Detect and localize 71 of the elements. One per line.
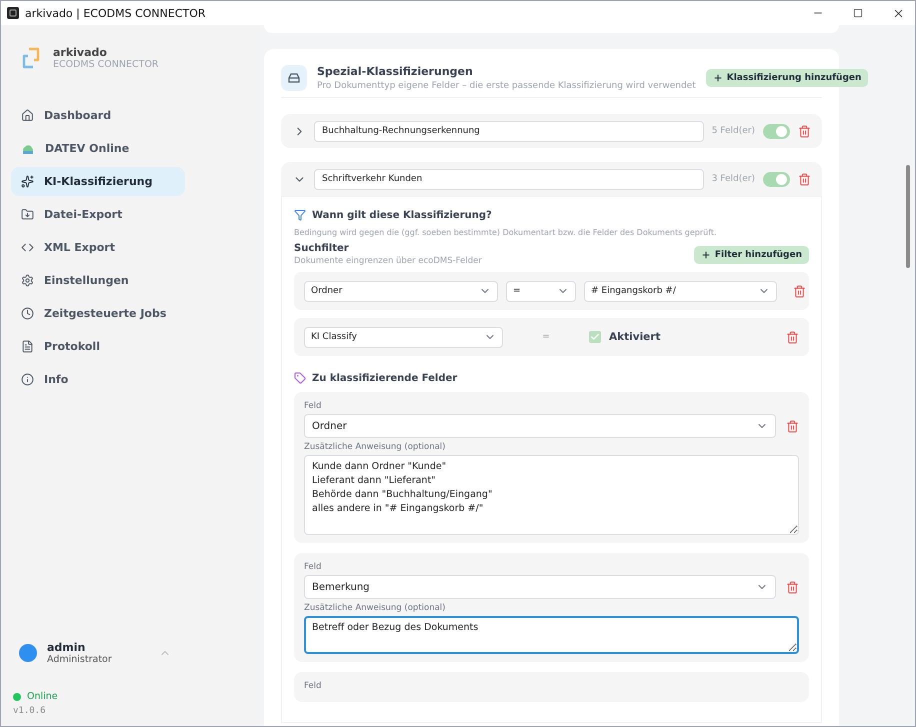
delete-icon[interactable] <box>793 284 806 298</box>
tag-icon <box>294 372 306 384</box>
filter-title: Suchfilter <box>294 243 350 254</box>
clock-icon <box>21 307 34 320</box>
instruction-field[interactable]: Betreff oder Bezug des Dokuments <box>304 616 799 654</box>
logo-icon <box>21 46 41 70</box>
tray-icon <box>288 73 300 83</box>
operator-select[interactable]: = <box>506 280 576 302</box>
avatar <box>19 644 37 662</box>
delete-icon[interactable] <box>798 124 811 138</box>
user-name: admin <box>47 641 86 654</box>
document-icon <box>21 340 34 353</box>
fields-title: Zu klassifizierende Felder <box>312 372 458 384</box>
field-label: Feld <box>304 681 322 691</box>
sparkles-icon <box>21 175 34 188</box>
folder-icon <box>21 208 34 221</box>
instruction-label: Zusätzliche Anweisung (optional) <box>304 603 446 613</box>
home-icon <box>21 109 34 122</box>
name-field[interactable]: Buchhaltung-Rechnungserkennung <box>314 120 704 142</box>
toggle-switch[interactable] <box>763 172 790 186</box>
brand-name: arkivado <box>53 46 108 59</box>
field-label: Feld <box>304 562 322 572</box>
field-select[interactable]: Ordner <box>304 280 498 302</box>
delete-icon[interactable] <box>798 172 811 186</box>
field-count: 5 Feld(er) <box>712 126 755 136</box>
nav-item[interactable]: Zeitgesteuerte Jobs <box>11 299 185 328</box>
nav-item[interactable]: XML Export <box>11 233 185 262</box>
nav-item[interactable]: Einstellungen <box>11 266 185 295</box>
condition-description: Bedingung wird gegen die (ggf. soeben bestimmte) Dokumentart bzw. die Felder des Dokuments geprüft. <box>294 228 718 237</box>
delete-icon[interactable] <box>786 580 799 594</box>
code-icon <box>21 241 34 254</box>
section-title: Spezial-Klassifizierungen <box>317 65 474 78</box>
checkbox[interactable] <box>589 331 601 343</box>
nav-item[interactable]: Info <box>11 365 185 394</box>
add-filter-button[interactable]: Filter hinzufügen <box>694 246 809 264</box>
brand-subtitle: ECODMS CONNECTOR <box>53 59 159 70</box>
maximize-icon <box>853 8 863 18</box>
plus-icon <box>700 250 711 260</box>
filter-icon <box>294 209 306 221</box>
window-title: arkivado | ECODMS CONNECTOR <box>25 6 207 20</box>
nav-item[interactable]: Dashboard <box>11 101 185 130</box>
instruction-field[interactable]: Kunde dann Ordner "Kunde" Lieferant dann "Lieferant" Behörde dann "Buchhaltung/Eingang" alles andere in "# Eingangskorb #/" <box>304 455 799 535</box>
settings-icon <box>21 274 34 287</box>
nav-item[interactable]: DATEV Online <box>11 134 185 163</box>
delete-icon[interactable] <box>786 330 799 344</box>
cloud-icon <box>21 142 35 154</box>
field-count: 3 Feld(er) <box>712 174 755 184</box>
add-classification-button[interactable]: Klassifizierung hinzufügen <box>706 69 868 87</box>
nav-item[interactable]: Datei-Export <box>11 200 185 229</box>
filter-subtitle: Dokumente eingrenzen über ecoDMS-Felder <box>294 256 482 266</box>
status-text: Online <box>27 691 58 702</box>
field-label: Feld <box>304 401 322 411</box>
toggle-switch[interactable] <box>763 124 790 138</box>
version-text: v1.0.6 <box>13 706 47 716</box>
delete-icon[interactable] <box>786 420 799 432</box>
instruction-label: Zusätzliche Anweisung (optional) <box>304 442 446 452</box>
app-icon <box>7 7 19 19</box>
operator-text: = <box>541 332 551 342</box>
plus-icon <box>712 73 723 83</box>
nav-item[interactable]: KI-Klassifizierung <box>11 167 185 196</box>
condition-title: Wann gilt diese Klassifizierung? <box>312 210 492 220</box>
name-field[interactable]: Schriftverkehr Kunden <box>314 168 704 190</box>
field-select[interactable]: KI Classify <box>304 326 503 348</box>
field-select[interactable]: Ordner <box>304 414 776 438</box>
info-icon <box>21 373 34 386</box>
value-select[interactable]: # Eingangskorb #/ <box>584 280 777 302</box>
field-select[interactable]: Bemerkung <box>304 575 776 599</box>
user-role: Administrator <box>47 654 112 665</box>
checkbox-label: Aktiviert <box>609 331 660 343</box>
nav-item[interactable]: Protokoll <box>11 332 185 361</box>
section-subtitle: Pro Dokumenttyp eigene Felder – die erste passende Klassifizierung wird verwendet <box>317 81 696 91</box>
